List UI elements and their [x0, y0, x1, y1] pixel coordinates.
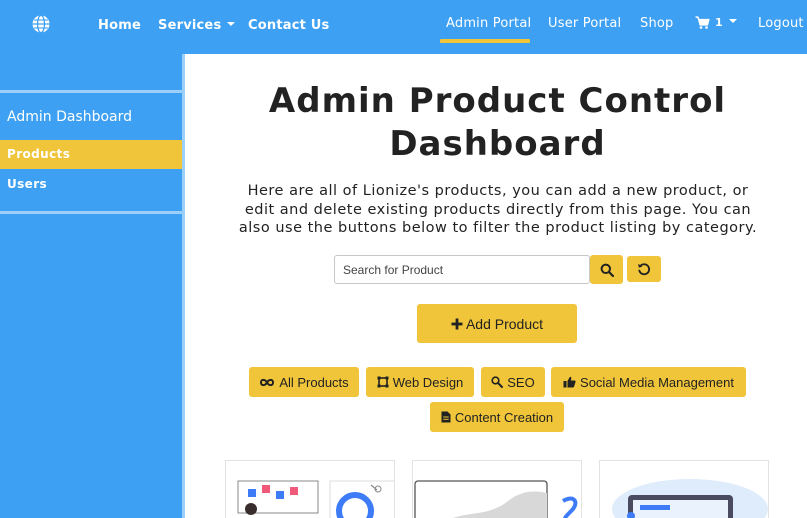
add-product-label: Add Product — [465, 315, 544, 332]
product-card[interactable] — [599, 460, 769, 518]
reset-search-button[interactable] — [627, 256, 661, 282]
thumbs-up-icon — [563, 376, 576, 388]
document-icon — [441, 411, 451, 423]
filter-label: SEO — [507, 374, 535, 390]
product-card[interactable] — [412, 460, 582, 518]
sidebar-divider — [0, 90, 182, 93]
nav-shop-link[interactable]: Shop — [640, 16, 674, 31]
search-input[interactable] — [334, 255, 590, 284]
top-navbar: Home Services Contact Us Admin Portal Us… — [0, 0, 807, 54]
filter-label: Content Creation — [454, 409, 554, 425]
web-design-icon — [377, 376, 389, 388]
filter-content-creation-button[interactable]: Content Creation — [430, 402, 564, 432]
nav-admin-portal-link[interactable]: Admin Portal — [446, 16, 531, 31]
sidebar-item-products[interactable]: Products — [0, 140, 182, 169]
sidebar-edge — [182, 54, 185, 518]
cart-count: 1 — [715, 16, 723, 29]
filter-social-media-button[interactable]: Social Media Management — [551, 367, 746, 397]
product-card-illustration — [237, 480, 394, 518]
filter-label: Web Design — [392, 374, 464, 390]
cart-icon — [695, 16, 710, 29]
nav-user-portal-link[interactable]: User Portal — [548, 16, 621, 31]
filter-all-products-button[interactable]: All Products — [249, 367, 359, 397]
nav-home-link[interactable]: Home — [98, 18, 141, 33]
nav-services-dropdown[interactable]: Services — [158, 18, 236, 33]
page-title: Admin Product Control Dashboard — [268, 81, 727, 164]
infinity-icon — [259, 378, 275, 387]
globe-icon[interactable] — [31, 14, 51, 34]
filter-label: Social Media Management — [580, 374, 734, 390]
sidebar-title: Admin Dashboard — [7, 109, 133, 125]
filter-web-design-button[interactable]: Web Design — [366, 367, 474, 397]
product-card-illustration — [414, 480, 578, 518]
sidebar-item-users[interactable]: Users — [0, 170, 182, 199]
page-description: Here are all of Lionize's products, you … — [238, 183, 758, 236]
magnify-icon — [491, 376, 504, 388]
nav-contact-link[interactable]: Contact Us — [248, 18, 329, 33]
plus-icon — [451, 318, 463, 329]
admin-sidebar: Admin Dashboard Products Users — [0, 54, 182, 518]
nav-cart-dropdown[interactable]: 1 — [695, 16, 737, 29]
nav-services-label: Services — [158, 18, 222, 33]
chevron-down-icon — [227, 21, 236, 26]
search-button[interactable] — [590, 255, 623, 284]
filter-seo-button[interactable]: SEO — [481, 367, 545, 397]
product-card-illustration — [612, 479, 768, 518]
undo-icon — [638, 263, 651, 276]
search-icon — [600, 263, 614, 277]
product-card[interactable] — [225, 460, 395, 518]
sidebar-divider — [0, 211, 182, 214]
active-nav-underline — [440, 39, 530, 43]
nav-logout-link[interactable]: Logout — [758, 16, 804, 31]
filter-label: All Products — [279, 374, 349, 390]
add-product-button[interactable]: Add Product — [417, 304, 577, 343]
chevron-down-icon — [728, 18, 737, 23]
